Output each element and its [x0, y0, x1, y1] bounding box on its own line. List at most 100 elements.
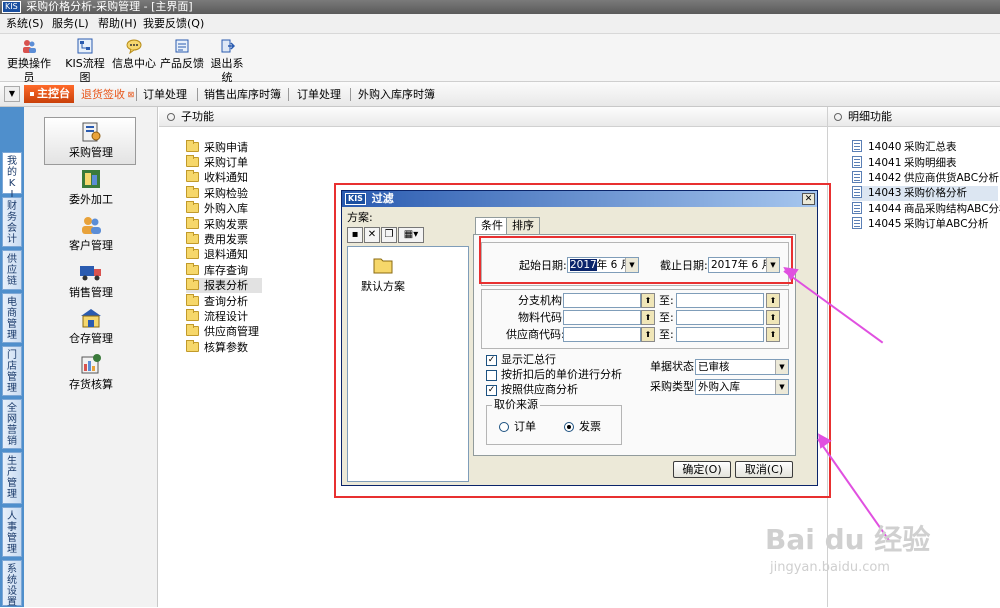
vtab-marketing[interactable]: 全网营销	[2, 399, 22, 449]
detail-item[interactable]: 14041 采购明细表	[852, 156, 957, 171]
module-strip: 我的KIS 财务会计 供应链 电商管理 门店管理 全网营销 生产管理 人事管理 …	[0, 107, 24, 608]
vtab-hr-label: 人事管理	[7, 511, 17, 555]
folder-icon	[186, 201, 199, 213]
detail-item-name: 采购价格分析	[904, 187, 967, 199]
annotation-box-dates	[479, 236, 793, 284]
detail-item[interactable]: 14045 采购订单ABC分析	[852, 217, 989, 232]
folder-icon	[186, 294, 199, 306]
tree-item[interactable]: 采购发票	[186, 217, 248, 232]
tree-item-label: 查询分析	[204, 295, 248, 308]
tree-item[interactable]: 查询分析	[186, 294, 248, 309]
customer-icon	[82, 217, 101, 234]
detail-item-name: 采购订单ABC分析	[904, 218, 989, 230]
tab-main-console[interactable]: 主控台	[24, 85, 74, 103]
inventory-accounting-icon	[81, 354, 101, 374]
sub-function-header: 子功能	[159, 107, 827, 127]
tab-order-processing-1[interactable]: 订单处理	[143, 88, 187, 102]
detail-item[interactable]: 14042 供应商供货ABC分析	[852, 171, 999, 186]
detail-item-selected[interactable]: 14043 采购价格分析	[852, 186, 998, 201]
sidebar-item-warehouse[interactable]: 仓存管理	[24, 306, 158, 345]
menu-system[interactable]: 系统(S)	[6, 17, 44, 31]
tree-item[interactable]: 流程设计	[186, 309, 248, 324]
tree-item[interactable]: 收料通知	[186, 170, 248, 185]
tab-sales-outbound-journal[interactable]: 销售出库序时簿	[204, 88, 281, 102]
tree-item[interactable]: 库存查询	[186, 263, 248, 278]
menu-service[interactable]: 服务(L)	[52, 17, 89, 31]
folder-open-icon	[186, 278, 199, 290]
exit-system-button[interactable]: 退出系统	[206, 38, 248, 85]
kis-flowchart-button[interactable]: KIS流程图	[60, 38, 110, 85]
report-icon	[852, 171, 862, 183]
purchase-icon	[82, 122, 101, 142]
sidebar-item-outsourcing-label: 委外加工	[69, 193, 113, 206]
report-icon	[852, 217, 862, 229]
tree-item-label: 采购发票	[204, 218, 248, 231]
nav-dropdown-icon[interactable]: ▼	[4, 86, 20, 102]
folder-icon	[186, 186, 199, 198]
detail-function-header-icon	[834, 113, 842, 121]
info-center-icon	[126, 39, 142, 54]
window-titlebar: KIS 采购价格分析-采购管理 - [主界面]	[0, 0, 1000, 14]
vtab-store-label: 门店管理	[7, 350, 17, 394]
vtab-ecommerce[interactable]: 电商管理	[2, 293, 22, 343]
detail-item-code: 14043	[868, 187, 902, 199]
tree-item[interactable]: 外购入库	[186, 201, 248, 216]
tab-order-processing-2[interactable]: 订单处理	[297, 88, 341, 102]
sidebar-item-customer[interactable]: 客户管理	[24, 213, 158, 252]
product-feedback-button[interactable]: 产品反馈	[158, 38, 206, 71]
tree-item-selected[interactable]: 报表分析	[186, 278, 262, 293]
tree-item[interactable]: 采购检验	[186, 186, 248, 201]
tree-item[interactable]: 采购订单	[186, 155, 248, 170]
vtab-settings[interactable]: 系统设置	[2, 560, 22, 608]
tree-item[interactable]: 供应商管理	[186, 324, 259, 339]
tree-item[interactable]: 核算参数	[186, 340, 248, 355]
change-operator-button[interactable]: 更换操作员	[4, 38, 54, 85]
menu-help[interactable]: 帮助(H)	[98, 17, 137, 31]
folder-icon	[186, 232, 199, 244]
detail-item-code: 14041	[868, 157, 902, 169]
vtab-production[interactable]: 生产管理	[2, 452, 22, 504]
folder-icon	[186, 340, 199, 352]
tree-item-label: 库存查询	[204, 264, 248, 277]
report-icon	[852, 156, 862, 168]
detail-item[interactable]: 14040 采购汇总表	[852, 140, 957, 155]
folder-icon	[186, 155, 199, 167]
vtab-my-kis[interactable]: 我的KIS	[2, 152, 22, 211]
tree-item[interactable]: 退料通知	[186, 247, 248, 262]
folder-icon	[186, 324, 199, 336]
vtab-store[interactable]: 门店管理	[2, 346, 22, 396]
tree-item-label: 采购订单	[204, 156, 248, 169]
tab-separator	[197, 88, 198, 101]
tree-item-label: 供应商管理	[204, 325, 259, 338]
detail-item-name: 商品采购结构ABC分析	[904, 203, 1000, 215]
folder-icon	[186, 217, 199, 229]
users-icon	[23, 40, 36, 53]
sub-function-title: 子功能	[181, 110, 214, 123]
folder-icon	[186, 140, 199, 152]
warehouse-icon	[81, 309, 101, 328]
detail-item[interactable]: 14044 商品采购结构ABC分析	[852, 202, 1000, 217]
baidu-watermark: Bai du 经验	[765, 523, 931, 556]
tree-item-label: 采购申请	[204, 141, 248, 154]
close-tab-icon[interactable]: ⊠	[125, 90, 135, 99]
sidebar-item-inventory-accounting[interactable]: 存货核算	[24, 352, 158, 391]
vtab-finance[interactable]: 财务会计	[2, 197, 22, 247]
outsourcing-icon	[82, 170, 100, 188]
vtab-production-label: 生产管理	[7, 456, 17, 500]
sidebar-item-outsourcing[interactable]: 委外加工	[24, 167, 158, 206]
tab-purchase-inbound-journal[interactable]: 外购入库序时簿	[358, 88, 435, 102]
tree-item[interactable]: 采购申请	[186, 140, 248, 155]
tab-return-receipt[interactable]: 退货签收 ⊠	[81, 88, 134, 102]
tree-item-label: 报表分析	[204, 279, 248, 292]
baidu-watermark-url: jingyan.baidu.com	[770, 560, 890, 575]
sidebar-item-purchase[interactable]: 采购管理	[24, 120, 158, 159]
sidebar-item-sales[interactable]: 销售管理	[24, 260, 158, 299]
tree-item-label: 退料通知	[204, 248, 248, 261]
info-center-button[interactable]: 信息中心	[110, 38, 158, 71]
vtab-settings-label: 系统设置	[7, 564, 17, 608]
vtab-hr[interactable]: 人事管理	[2, 507, 22, 557]
vtab-finance-label: 财务会计	[7, 201, 17, 245]
vtab-supply-chain[interactable]: 供应链	[2, 250, 22, 290]
tree-item[interactable]: 费用发票	[186, 232, 248, 247]
menu-feedback[interactable]: 我要反馈(Q)	[143, 17, 204, 31]
